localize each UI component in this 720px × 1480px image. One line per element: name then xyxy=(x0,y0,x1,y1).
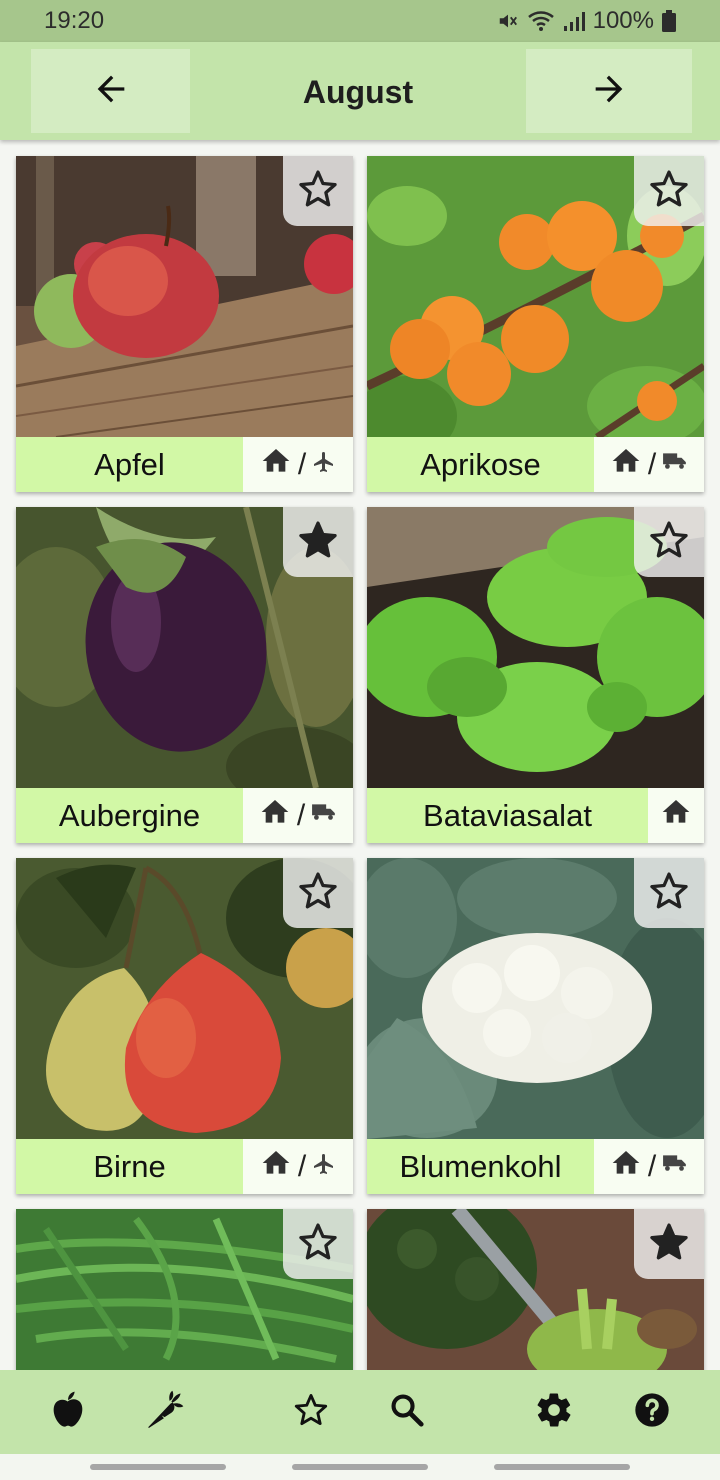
favorite-toggle[interactable] xyxy=(634,1209,704,1279)
origin-indicator: / xyxy=(243,1139,353,1194)
bottom-navigation xyxy=(0,1370,720,1454)
card-footer: Birne / xyxy=(16,1139,353,1194)
month-title: August xyxy=(302,74,414,110)
app-bar: August xyxy=(0,42,720,140)
origin-separator: / xyxy=(296,798,306,832)
produce-card-beans[interactable] xyxy=(16,1209,353,1370)
card-footer: Bataviasalat xyxy=(367,788,704,843)
search-icon xyxy=(388,1391,426,1434)
nav-favorites-button[interactable] xyxy=(276,1370,346,1454)
next-month-button[interactable] xyxy=(526,49,692,133)
arrow-right-icon xyxy=(589,69,629,114)
nav-help-button[interactable] xyxy=(617,1370,687,1454)
nav-search-button[interactable] xyxy=(372,1370,442,1454)
help-icon xyxy=(632,1390,672,1435)
origin-separator: / xyxy=(647,447,657,481)
truck-icon xyxy=(311,799,337,833)
home-icon xyxy=(260,1147,292,1187)
home-icon xyxy=(610,445,642,485)
origin-indicator: / xyxy=(243,788,353,843)
wifi-icon xyxy=(527,10,555,32)
origin-separator: / xyxy=(297,1149,307,1183)
nav-fruits-button[interactable] xyxy=(33,1370,103,1454)
favorite-toggle[interactable] xyxy=(634,156,704,226)
favorite-toggle[interactable] xyxy=(283,1209,353,1279)
signal-icon xyxy=(563,10,585,32)
produce-card-aubergine[interactable]: Aubergine / xyxy=(16,507,353,843)
produce-name: Bataviasalat xyxy=(367,788,648,843)
produce-card-bataviasalat[interactable]: Bataviasalat xyxy=(367,507,704,843)
produce-name: Blumenkohl xyxy=(367,1139,594,1194)
produce-card-birne[interactable]: Birne / xyxy=(16,858,353,1194)
plane-icon xyxy=(312,1150,336,1184)
gear-icon xyxy=(534,1390,574,1435)
origin-separator: / xyxy=(297,447,307,481)
star-outline-icon xyxy=(296,1220,340,1269)
nav-settings-button[interactable] xyxy=(519,1370,589,1454)
home-icon xyxy=(260,445,292,485)
status-icons: 100% xyxy=(497,7,676,35)
star-filled-icon xyxy=(296,518,340,567)
favorite-toggle[interactable] xyxy=(283,156,353,226)
star-outline-icon xyxy=(296,869,340,918)
star-filled-icon xyxy=(647,1220,691,1269)
favorite-toggle[interactable] xyxy=(634,858,704,928)
home-icon xyxy=(660,796,692,836)
truck-icon xyxy=(662,448,688,482)
battery-icon xyxy=(662,10,676,32)
system-back-gesture[interactable] xyxy=(90,1464,226,1470)
status-time: 19:20 xyxy=(44,7,105,34)
home-icon xyxy=(259,796,291,836)
origin-separator: / xyxy=(647,1149,657,1183)
favorite-toggle[interactable] xyxy=(634,507,704,577)
card-footer: Aubergine / xyxy=(16,788,353,843)
card-footer: Blumenkohl / xyxy=(367,1139,704,1194)
origin-indicator: / xyxy=(594,1139,704,1194)
mute-icon xyxy=(497,10,519,32)
card-footer: Apfel / xyxy=(16,437,353,492)
favorite-toggle[interactable] xyxy=(283,858,353,928)
system-navigation-bar xyxy=(0,1454,720,1480)
star-outline-icon xyxy=(647,167,691,216)
apple-icon xyxy=(48,1388,88,1437)
arrow-left-icon xyxy=(91,69,131,114)
origin-indicator xyxy=(648,788,704,843)
produce-name: Apfel xyxy=(16,437,243,492)
plane-icon xyxy=(312,448,336,482)
origin-indicator: / xyxy=(243,437,353,492)
star-outline-icon xyxy=(647,869,691,918)
produce-grid[interactable]: Apfel / Aprikose / Aubergine / Bataviasa… xyxy=(0,140,720,1370)
home-icon xyxy=(610,1147,642,1187)
app-screen: 19:20 100% August Apfel / Aprikose / Aub… xyxy=(0,0,720,1480)
produce-card-broccoli[interactable] xyxy=(367,1209,704,1370)
battery-text: 100% xyxy=(592,7,654,34)
card-footer: Aprikose / xyxy=(367,437,704,492)
nav-vegetables-button[interactable] xyxy=(130,1370,200,1454)
origin-indicator: / xyxy=(594,437,704,492)
produce-name: Birne xyxy=(16,1139,243,1194)
carrot-icon xyxy=(143,1388,187,1437)
status-bar: 19:20 100% xyxy=(0,0,720,42)
star-outline-icon xyxy=(647,518,691,567)
produce-card-apfel[interactable]: Apfel / xyxy=(16,156,353,492)
system-recents-gesture[interactable] xyxy=(494,1464,630,1470)
produce-card-blumenkohl[interactable]: Blumenkohl / xyxy=(367,858,704,1194)
produce-card-aprikose[interactable]: Aprikose / xyxy=(367,156,704,492)
truck-icon xyxy=(662,1150,688,1184)
previous-month-button[interactable] xyxy=(31,49,190,133)
star-icon xyxy=(292,1391,330,1434)
produce-name: Aprikose xyxy=(367,437,594,492)
produce-name: Aubergine xyxy=(16,788,243,843)
star-outline-icon xyxy=(296,167,340,216)
favorite-toggle[interactable] xyxy=(283,507,353,577)
system-home-gesture[interactable] xyxy=(292,1464,428,1470)
